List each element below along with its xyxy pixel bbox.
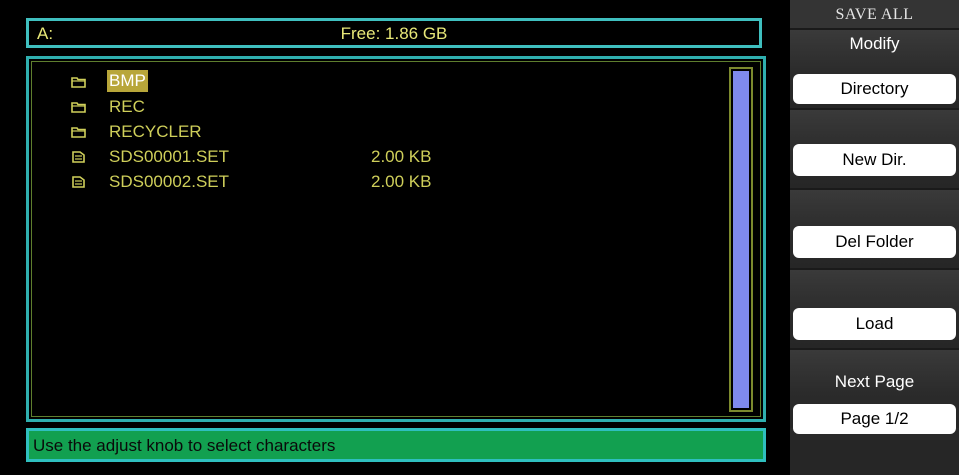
file-size: 2.00 KB: [371, 147, 432, 166]
file-size: 2.00 KB: [371, 172, 432, 191]
new-dir-softkey[interactable]: New Dir.: [790, 108, 959, 188]
status-bar: Use the adjust knob to select characters: [26, 428, 766, 462]
load-button[interactable]: Load: [793, 308, 956, 340]
del-folder-button[interactable]: Del Folder: [793, 226, 956, 258]
file-row-bmp[interactable]: BMP: [71, 69, 491, 94]
file-name: SDS00001.SET: [109, 147, 230, 166]
status-message: Use the adjust knob to select characters: [33, 436, 336, 455]
page-indicator: Page 1/2: [793, 404, 956, 434]
file-icon: [72, 151, 85, 163]
file-name: BMP: [107, 70, 148, 92]
modify-value: Directory: [793, 74, 956, 104]
free-space-label: Free: 1.86 GB: [340, 24, 448, 43]
next-page-softkey[interactable]: Next Page Page 1/2: [790, 348, 959, 434]
load-softkey[interactable]: Load: [790, 268, 959, 348]
file-name: REC: [109, 97, 145, 116]
file-name: SDS00002.SET: [109, 172, 230, 191]
new-dir-button[interactable]: New Dir.: [793, 144, 956, 176]
file-icon: [72, 176, 85, 188]
file-browser-screen: A: Free: 1.86 GB BMP REC RECYCLER SDS000…: [0, 0, 790, 475]
file-list: BMP REC RECYCLER SDS00001.SET 2.00 KB SD…: [71, 69, 491, 194]
folder-icon: [71, 77, 86, 88]
file-list-panel: BMP REC RECYCLER SDS00001.SET 2.00 KB SD…: [26, 56, 766, 422]
menu-title: SAVE ALL: [790, 0, 959, 28]
file-row-sds00002[interactable]: SDS00002.SET 2.00 KB: [71, 169, 491, 194]
file-row-sds00001[interactable]: SDS00001.SET 2.00 KB: [71, 144, 491, 169]
file-row-rec[interactable]: REC: [71, 94, 491, 119]
folder-icon: [71, 127, 86, 138]
softkey-menu: SAVE ALL Modify Directory New Dir. Del F…: [790, 0, 959, 475]
scrollbar-thumb[interactable]: [733, 71, 749, 408]
path-bar: A: Free: 1.86 GB: [26, 18, 762, 48]
file-row-recycler[interactable]: RECYCLER: [71, 119, 491, 144]
modify-softkey[interactable]: Modify Directory: [790, 28, 959, 108]
scrollbar[interactable]: [729, 67, 753, 412]
del-folder-softkey[interactable]: Del Folder: [790, 188, 959, 268]
menu-footer: [790, 440, 959, 475]
file-name: RECYCLER: [109, 122, 202, 141]
modify-caption: Modify: [849, 34, 900, 53]
next-page-caption: Next Page: [834, 372, 915, 391]
folder-icon: [71, 102, 86, 113]
